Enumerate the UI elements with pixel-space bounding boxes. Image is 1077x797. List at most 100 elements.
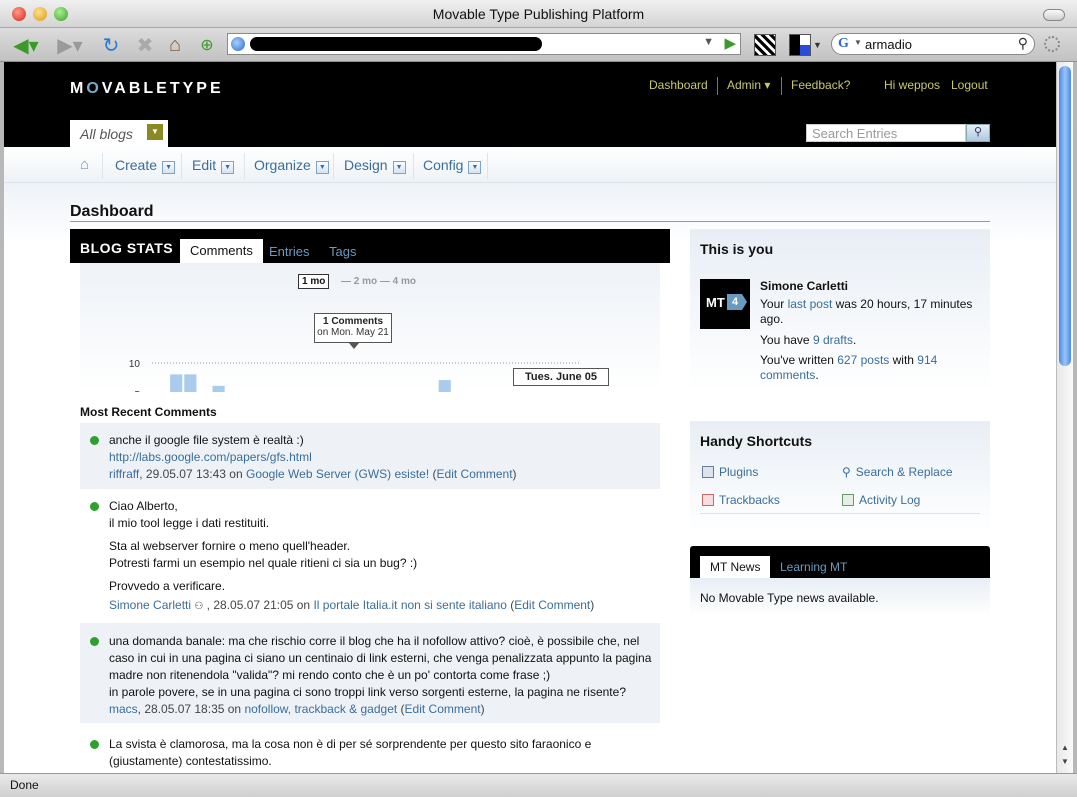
nav-organize[interactable]: Organize ▼ xyxy=(254,157,329,174)
log-icon xyxy=(842,494,854,506)
scroll-down-icon[interactable]: ▼ xyxy=(1057,757,1073,771)
blog-selector[interactable]: All blogs ▼ xyxy=(70,120,168,147)
text: You have xyxy=(760,333,813,347)
chart-bar xyxy=(212,385,225,392)
range-other-buttons[interactable]: — 2 mo — 4 mo xyxy=(341,276,416,287)
nav-design[interactable]: Design ▼ xyxy=(344,157,406,174)
comment-date: , 29.05.07 13:43 on xyxy=(139,467,246,481)
forward-button[interactable]: ▶▾ xyxy=(52,32,88,58)
nav-dashboard-link[interactable]: Dashboard xyxy=(649,78,708,92)
home-button[interactable]: ⌂ xyxy=(162,32,188,58)
comment-entry-link[interactable]: Google Web Server (GWS) esiste! xyxy=(246,467,429,481)
divider xyxy=(102,153,103,179)
divider xyxy=(181,153,182,179)
vertical-scrollbar[interactable]: ▲ ▼ xyxy=(1056,62,1073,773)
range-1-month-button[interactable]: 1 mo xyxy=(298,274,330,289)
go-arrow-icon[interactable]: ▶ xyxy=(724,34,736,52)
chevron-down-icon[interactable]: ▼ xyxy=(392,161,406,174)
user-name: Simone Carletti xyxy=(760,279,849,293)
edit-comment-link[interactable]: Edit Comment xyxy=(437,467,513,481)
avatar[interactable]: MT 4 xyxy=(700,279,750,329)
shortcut-trackbacks[interactable]: Trackbacks xyxy=(702,493,780,507)
list-item: anche il google file system è realtà :) … xyxy=(80,423,660,489)
back-button[interactable]: ◀▾ xyxy=(8,32,44,58)
edit-comment-link[interactable]: Edit Comment xyxy=(405,702,481,716)
main-nav: ⌂ Create ▼ Edit ▼ Organize ▼ Design ▼ Config… xyxy=(4,147,1056,183)
shortcut-activity-log[interactable]: Activity Log xyxy=(842,493,920,507)
posts-link[interactable]: 627 posts xyxy=(837,353,889,367)
comment-entry-link[interactable]: Il portale Italia.it non si sente italia… xyxy=(313,598,506,612)
logout-link[interactable]: Logout xyxy=(951,78,988,92)
comment-author-link[interactable]: riffraff xyxy=(109,467,139,481)
search-icon[interactable]: ⚲ xyxy=(1018,35,1028,52)
chevron-down-icon[interactable]: ▼ xyxy=(468,161,482,174)
chevron-down-icon[interactable]: ▼ xyxy=(147,124,163,140)
tab-learning-mt[interactable]: Learning MT xyxy=(770,556,857,578)
nav-create[interactable]: Create ▼ xyxy=(115,157,176,174)
scrollbar-thumb[interactable] xyxy=(1059,66,1071,366)
movabletype-logo[interactable]: MOVABLETYPE xyxy=(70,80,224,98)
extension-icon[interactable] xyxy=(754,34,776,56)
nav-admin-link[interactable]: Admin ▾ xyxy=(727,78,770,92)
reload-button[interactable]: ↻ xyxy=(98,32,124,58)
address-bar[interactable]: ▼ ▶ xyxy=(227,33,741,55)
tab-mt-news[interactable]: MT News xyxy=(700,556,771,578)
comment-text: una domanda banale: ma che rischio corre… xyxy=(109,634,652,682)
shortcut-label: Plugins xyxy=(719,465,759,479)
chart-date-badge: Tues. June 05 xyxy=(513,368,609,386)
nav-edit[interactable]: Edit ▼ xyxy=(192,157,235,174)
chart-bar xyxy=(170,374,183,392)
widget-title: This is you xyxy=(700,241,774,257)
scroll-up-icon[interactable]: ▲ xyxy=(1057,743,1073,757)
posts-info: You've written 627 posts with 914 commen… xyxy=(760,353,982,383)
edit-comment-link[interactable]: Edit Comment xyxy=(514,598,590,612)
nav-design-label: Design xyxy=(344,157,388,173)
approved-icon xyxy=(90,436,99,445)
shortcut-plugins[interactable]: Plugins xyxy=(702,465,758,479)
reload-icon: ↻ xyxy=(102,34,120,57)
toolbar-toggle-button[interactable] xyxy=(1043,9,1065,21)
extension-icon-2[interactable] xyxy=(789,34,811,56)
chevron-down-icon[interactable]: ▼ xyxy=(221,161,235,174)
divider xyxy=(333,153,334,179)
nav-config[interactable]: Config ▼ xyxy=(423,157,482,174)
search-entries-placeholder: Search Entries xyxy=(812,126,898,141)
comment-text: Provvedo a verificare. xyxy=(109,579,226,593)
approved-icon xyxy=(90,740,99,749)
stop-button[interactable]: ✖ xyxy=(132,32,158,58)
home-icon[interactable]: ⌂ xyxy=(80,156,89,173)
nav-feedback-link[interactable]: Feedback? xyxy=(791,78,850,92)
handy-shortcuts-widget: Handy Shortcuts Plugins ⚲ Search & Replac… xyxy=(690,421,990,531)
search-bar[interactable]: G ▼ armadio ⚲ xyxy=(831,33,1035,55)
history-dropdown-icon[interactable]: ▼ xyxy=(703,36,714,48)
chevron-down-icon[interactable]: ▼ xyxy=(162,161,176,174)
drafts-link[interactable]: 9 drafts xyxy=(813,333,853,347)
search-entries-button[interactable]: ⚲ xyxy=(966,124,990,142)
search-icon: ⚲ xyxy=(842,465,851,479)
chevron-down-icon[interactable]: ▼ xyxy=(315,161,329,174)
last-post-link[interactable]: last post xyxy=(788,297,833,311)
new-tab-button[interactable]: ⊕ xyxy=(194,32,220,58)
chevron-down-icon[interactable]: ▼ xyxy=(813,40,822,50)
chevron-down-icon[interactable]: ▼ xyxy=(854,38,862,47)
search-input[interactable]: armadio xyxy=(865,37,912,52)
user-greeting-link[interactable]: Hi weppos xyxy=(884,78,940,92)
plugin-icon xyxy=(702,466,714,478)
comment-entry-link[interactable]: nofollow, trackback & gadget xyxy=(244,702,397,716)
trackback-icon xyxy=(702,494,714,506)
comment-author-link[interactable]: Simone Carletti xyxy=(109,598,191,612)
loading-spinner-icon xyxy=(1044,36,1060,52)
nav-config-label: Config xyxy=(423,157,464,173)
text: with xyxy=(889,353,918,367)
shortcut-search-replace[interactable]: ⚲ Search & Replace xyxy=(842,465,953,479)
approved-icon xyxy=(90,637,99,646)
comment-date: , 28.05.07 18:35 on xyxy=(137,702,245,716)
tab-entries[interactable]: Entries xyxy=(259,240,319,263)
tab-comments[interactable]: Comments xyxy=(180,239,263,263)
comment-url-link[interactable]: http://labs.google.com/papers/gfs.html xyxy=(109,450,312,464)
comment-author-link[interactable]: macs xyxy=(109,702,138,716)
google-icon[interactable]: G xyxy=(838,36,849,52)
url-text-redacted xyxy=(250,37,542,51)
search-entries-input[interactable]: Search Entries xyxy=(806,124,966,142)
tab-tags[interactable]: Tags xyxy=(319,240,366,263)
